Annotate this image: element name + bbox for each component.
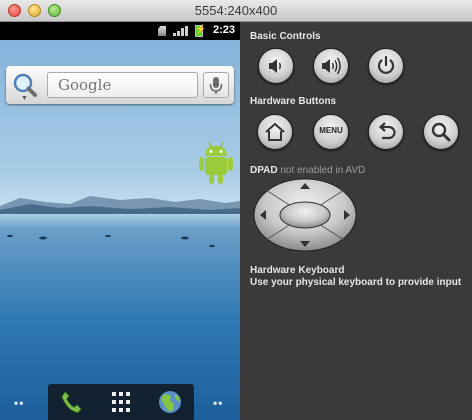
battery-charging-icon [195,24,206,37]
search-icon [431,122,451,142]
basic-controls-title: Basic Controls [250,31,321,42]
wallpaper-rocks [7,234,215,248]
wallpaper-mountains [0,196,240,214]
chevron-down-icon[interactable]: ▼ [21,95,28,102]
menu-button-label: MENU [319,126,343,135]
hardware-buttons-title: Hardware Buttons [250,96,337,107]
volume-down-button[interactable] [258,48,294,84]
volume-down-icon [269,59,281,73]
dpad-title: DPAD not enabled in AVD [250,165,365,176]
menu-button[interactable]: MENU [313,114,349,150]
search-input[interactable] [47,72,198,98]
power-button[interactable] [368,48,404,84]
back-button[interactable] [368,114,404,150]
home-icon [265,122,285,141]
google-search-widget[interactable]: ▼ [6,66,234,104]
voice-search-button[interactable] [203,72,229,98]
volume-up-icon [322,57,341,75]
app-drawer-icon[interactable] [107,389,135,415]
launcher-dock [48,384,194,420]
emulator-window: 5554:240x400 2:23 ▼ [0,0,472,420]
dpad-left-button[interactable] [252,195,278,235]
back-icon [378,122,396,140]
dpad-center-button[interactable] [280,202,330,228]
page-indicator-left[interactable]: •• [14,396,24,410]
dpad-status-note: not enabled in AVD [280,165,366,176]
power-icon [377,55,395,74]
android-robot-icon[interactable] [197,140,235,188]
browser-globe-icon[interactable] [156,389,184,415]
dpad [252,177,358,253]
hardware-keyboard-title: Hardware Keyboard [250,265,345,276]
window-title: 5554:240x400 [194,3,278,18]
search-button[interactable] [423,114,459,150]
volume-up-button[interactable] [313,48,349,84]
dpad-down-button[interactable] [280,231,330,253]
dpad-up-button[interactable] [280,177,330,199]
status-bar: 2:23 [0,22,240,40]
microphone-icon [209,77,223,94]
sim-card-icon [158,26,166,36]
device-screen[interactable]: 2:23 ▼ [0,22,240,420]
dpad-title-label: DPAD [250,165,278,176]
page-indicator-right[interactable]: •• [213,396,223,410]
signal-icon [173,26,188,36]
hardware-keyboard-hint: Use your physical keyboard to provide in… [250,277,462,288]
title-bar: 5554:240x400 [0,0,472,22]
home-button[interactable] [257,114,293,150]
dpad-right-button[interactable] [332,195,358,235]
phone-icon[interactable] [58,389,86,415]
status-clock: 2:23 [212,24,235,36]
emulator-controls-panel: Basic Controls Hardware Buttons MENU DPA… [240,22,472,420]
